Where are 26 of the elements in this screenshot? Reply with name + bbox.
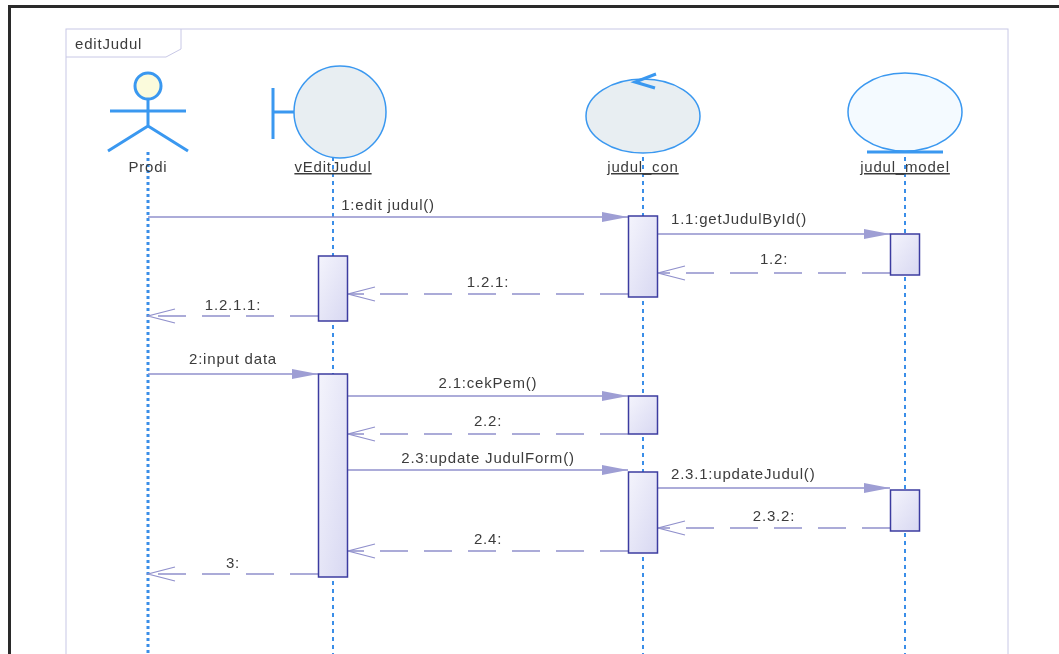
participant-name: Prodi: [128, 158, 168, 175]
message-label: 1.2:: [759, 250, 789, 267]
boundary-icon: [271, 65, 387, 159]
activation-bar: [627, 395, 659, 435]
participant-name: judul_model: [860, 158, 950, 175]
message-label: 2.2:: [473, 412, 503, 429]
activation-bar: [889, 233, 921, 276]
message-label: 1.2.1:: [466, 273, 510, 290]
message-label: 1.1:getJudulById(): [671, 210, 808, 227]
message-label: 2:input data: [189, 350, 277, 367]
activation-bar: [317, 255, 349, 322]
diagram-title: editJudul: [75, 35, 143, 52]
participant-name: vEditJudul: [294, 158, 372, 175]
message-label: 3:: [225, 554, 241, 571]
control-icon: [585, 72, 701, 154]
message-label: 2.1:cekPem(): [438, 374, 538, 391]
participant-name: judul_con: [607, 158, 679, 175]
message-label: 1:edit judul(): [341, 196, 435, 213]
message-label: 2.3:update JudulForm(): [401, 449, 575, 466]
message-label: 2.3.1:updateJudul(): [671, 465, 816, 482]
message-label: 2.3.2:: [752, 507, 796, 524]
message-label: 2.4:: [473, 530, 503, 547]
activation-bar: [889, 489, 921, 532]
entity-icon: [847, 72, 963, 154]
message-label: 1.2.1.1:: [204, 296, 262, 313]
actor-figure-icon: [106, 71, 190, 153]
